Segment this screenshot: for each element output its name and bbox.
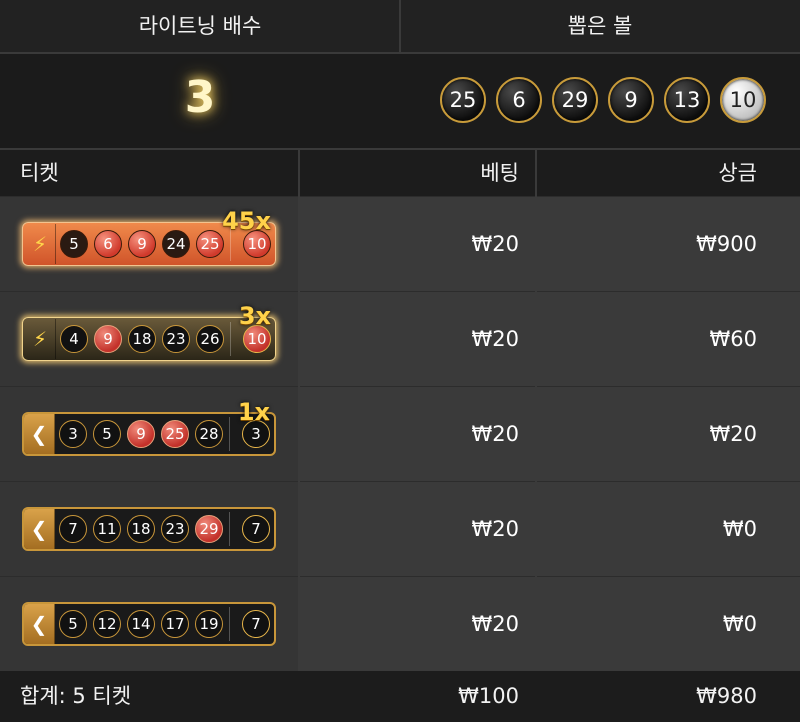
leaf-icon: ❮ — [24, 604, 55, 644]
ticket-ball: 6 — [94, 230, 122, 258]
bet-amount: ₩20 — [471, 422, 520, 446]
prize-amount: ₩0 — [722, 517, 757, 541]
table-row: ❮ 5 12 14 17 19 7 ₩20 ₩0 — [0, 576, 800, 671]
ticket-ball: 9 — [128, 230, 156, 258]
lightning-bolt-icon: ⚡ — [25, 224, 56, 264]
ticket-cell: ⚡ 5 6 9 24 25 10 45x — [0, 197, 299, 291]
ticket: ❮ 3 5 9 25 28 3 1x — [22, 398, 276, 456]
drawn-ball: 25 — [440, 77, 486, 123]
bet-amount: ₩20 — [471, 232, 520, 256]
ticket-ball: 14 — [127, 610, 155, 638]
ticket-ball: 9 — [127, 420, 155, 448]
drawn-ball: 6 — [496, 77, 542, 123]
table-row: ❮ 7 11 18 23 29 7 ₩20 ₩0 — [0, 481, 800, 576]
ticket-ball: 26 — [196, 325, 224, 353]
ticket-ball: 23 — [162, 325, 190, 353]
ticket-results-panel: 라이트닝 배수 뽑은 볼 3 25 6 29 9 13 10 티켓 베팅 상금 ⚡ 5 6 9 2… — [0, 0, 800, 722]
leaf-icon: ❮ — [24, 509, 55, 549]
ticket-multiplier-badge: 45x — [222, 207, 271, 235]
ticket-multiplier-badge: 1x — [237, 398, 270, 426]
ticket-ball: 29 — [195, 515, 223, 543]
bet-amount: ₩20 — [471, 612, 520, 636]
total-tickets: 합계: 5 티켓 — [20, 684, 132, 708]
ticket-ball: 19 — [195, 610, 223, 638]
ticket-multiplier-badge: 3x — [238, 302, 271, 330]
ticket-bonus-ball: 7 — [242, 515, 270, 543]
ticket-ball: 23 — [161, 515, 189, 543]
drawn-balls: 25 6 29 9 13 10 — [440, 77, 766, 125]
ticket-separator — [229, 512, 230, 546]
ticket: ⚡ 4 9 18 23 26 10 3x — [22, 302, 276, 361]
ticket-ball: 12 — [93, 610, 121, 638]
total-prize: ₩980 — [696, 684, 757, 708]
summary-values: 3 25 6 29 9 13 10 — [0, 54, 800, 150]
ticket-cell: ❮ 3 5 9 25 28 3 1x — [0, 387, 299, 481]
ticket-ball: 4 — [60, 325, 88, 353]
summary-header: 라이트닝 배수 뽑은 볼 — [0, 0, 800, 54]
table-row: ⚡ 4 9 18 23 26 10 3x ₩20 ₩60 — [0, 291, 800, 386]
ticket-ball: 18 — [128, 325, 156, 353]
ticket-separator — [230, 322, 231, 356]
ticket: ❮ 5 12 14 17 19 7 — [22, 602, 276, 646]
ticket-ball: 7 — [59, 515, 87, 543]
multiplier-label: 라이트닝 배수 — [138, 14, 262, 38]
lightning-multiplier-value: 3 — [184, 72, 216, 123]
col-bet-header: 베팅 — [480, 161, 519, 185]
table-footer: 합계: 5 티켓 ₩100 ₩980 — [0, 671, 800, 722]
col-ticket-header: 티켓 — [20, 161, 59, 185]
ticket: ❮ 7 11 18 23 29 7 — [22, 507, 276, 551]
lightning-bolt-icon: ⚡ — [25, 319, 56, 359]
ticket-ball: 11 — [93, 515, 121, 543]
table-row: ⚡ 5 6 9 24 25 10 45x ₩20 ₩900 — [0, 196, 800, 291]
total-bet: ₩100 — [458, 684, 519, 708]
prize-amount: ₩20 — [709, 422, 758, 446]
ticket-separator — [229, 607, 230, 641]
ticket-ball: 5 — [60, 230, 88, 258]
prize-amount: ₩0 — [722, 612, 757, 636]
drawn-balls-label: 뽑은 볼 — [567, 14, 633, 38]
ticket-ball: 24 — [162, 230, 190, 258]
ticket-ball: 17 — [161, 610, 189, 638]
ticket-ball: 28 — [195, 420, 223, 448]
ticket-ball: 25 — [161, 420, 189, 448]
bet-amount: ₩20 — [471, 517, 520, 541]
drawn-ball: 10 — [720, 77, 766, 123]
ticket-ball: 5 — [59, 610, 87, 638]
drawn-ball: 29 — [552, 77, 598, 123]
ticket-cell: ❮ 7 11 18 23 29 7 — [0, 482, 299, 576]
drawn-ball: 9 — [608, 77, 654, 123]
ticket-cell: ❮ 5 12 14 17 19 7 — [0, 577, 299, 671]
ticket-ball: 25 — [196, 230, 224, 258]
column-divider-1 — [298, 150, 300, 722]
ticket-ball: 3 — [59, 420, 87, 448]
prize-amount: ₩900 — [696, 232, 757, 256]
ticket-bonus-ball: 7 — [242, 610, 270, 638]
column-divider-2 — [535, 150, 537, 722]
bet-amount: ₩20 — [471, 327, 520, 351]
col-prize-header: 상금 — [718, 161, 757, 185]
ticket-separator — [229, 417, 230, 451]
table-header: 티켓 베팅 상금 — [0, 150, 800, 196]
ticket-ball: 9 — [94, 325, 122, 353]
ticket-ball: 18 — [127, 515, 155, 543]
ticket-cell: ⚡ 4 9 18 23 26 10 3x — [0, 292, 299, 386]
prize-amount: ₩60 — [709, 327, 758, 351]
leaf-icon: ❮ — [24, 414, 55, 454]
drawn-ball: 13 — [664, 77, 710, 123]
ticket: ⚡ 5 6 9 24 25 10 45x — [22, 207, 276, 266]
ticket-ball: 5 — [93, 420, 121, 448]
table-row: ❮ 3 5 9 25 28 3 1x ₩20 ₩20 — [0, 386, 800, 481]
